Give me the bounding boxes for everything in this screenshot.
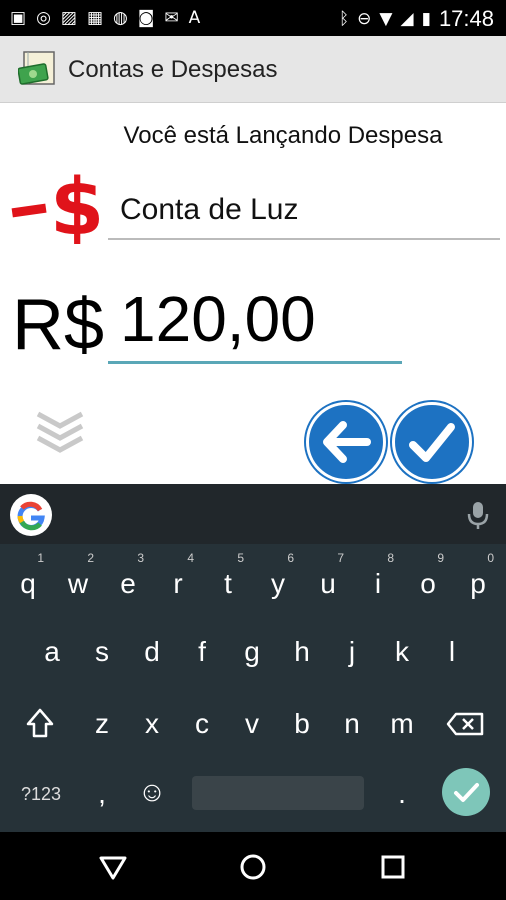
mail-icon: ✉ bbox=[164, 8, 179, 28]
app-bar: Contas e Despesas bbox=[0, 36, 506, 103]
key-p[interactable]: p0 bbox=[454, 552, 502, 610]
key-hint: 2 bbox=[87, 551, 94, 565]
status-right-icons: ᛒ ⊖ ▼ ◢ ▮ 17:48 bbox=[339, 6, 494, 32]
confirm-button[interactable] bbox=[392, 402, 472, 482]
key-d[interactable]: d bbox=[128, 626, 176, 678]
key-h[interactable]: h bbox=[278, 626, 326, 678]
period-key[interactable]: . bbox=[378, 768, 426, 820]
key-w[interactable]: w2 bbox=[54, 552, 102, 610]
arrow-left-icon bbox=[323, 421, 371, 463]
image-icon: ▨ bbox=[60, 8, 77, 28]
key-x[interactable]: x bbox=[128, 698, 176, 750]
key-o[interactable]: o9 bbox=[404, 552, 452, 610]
key-hint: 3 bbox=[137, 551, 144, 565]
currency-label: R$ bbox=[12, 285, 105, 365]
space-key[interactable] bbox=[192, 776, 364, 810]
checkmark-icon bbox=[409, 423, 455, 462]
status-bar: ▣ ◎ ▨ ▦ ◍ ◙ ✉ A ᛒ ⊖ ▼ ◢ ▮ 17:48 bbox=[0, 0, 506, 36]
key-z[interactable]: z bbox=[78, 698, 126, 750]
wifi-icon: ▼ bbox=[379, 9, 393, 29]
comma-key[interactable]: , bbox=[78, 768, 126, 820]
key-l[interactable]: l bbox=[428, 626, 476, 678]
bluetooth-icon: ᛒ bbox=[338, 9, 350, 29]
google-search-button[interactable] bbox=[10, 494, 52, 536]
key-m[interactable]: m bbox=[378, 698, 426, 750]
amount-input[interactable]: 120,00 bbox=[108, 282, 402, 364]
emoji-key[interactable]: ☺ bbox=[128, 766, 176, 818]
key-f[interactable]: f bbox=[178, 626, 226, 678]
key-hint: 7 bbox=[337, 551, 344, 565]
svg-text:$: $ bbox=[50, 163, 102, 244]
key-u[interactable]: u7 bbox=[304, 552, 352, 610]
status-left-icons: ▣ ◎ ▨ ▦ ◍ ◙ ✉ A bbox=[10, 8, 200, 28]
minus-dollar-icon: $ bbox=[11, 163, 102, 244]
signal-icon: ◢ bbox=[400, 9, 414, 29]
whatsapp-icon: ◎ bbox=[36, 8, 51, 28]
key-r[interactable]: r4 bbox=[154, 552, 202, 610]
qr-icon: ▦ bbox=[86, 8, 104, 28]
check-icon bbox=[454, 783, 479, 802]
key-e[interactable]: e3 bbox=[104, 552, 152, 610]
key-n[interactable]: n bbox=[328, 698, 376, 750]
instagram-icon: ◙ bbox=[137, 8, 155, 28]
status-time: 17:48 bbox=[438, 6, 494, 31]
key-s[interactable]: s bbox=[78, 626, 126, 678]
key-q[interactable]: q1 bbox=[4, 552, 52, 610]
recents-square-icon[interactable] bbox=[376, 850, 410, 884]
key-v[interactable]: v bbox=[228, 698, 276, 750]
home-circle-icon[interactable] bbox=[236, 850, 270, 884]
key-k[interactable]: k bbox=[378, 626, 426, 678]
navigation-bar bbox=[0, 832, 506, 900]
battery-icon: ▮ bbox=[421, 9, 431, 29]
app-title: Contas e Despesas bbox=[68, 56, 278, 83]
back-button[interactable] bbox=[306, 402, 386, 482]
collapse-chevrons-icon[interactable] bbox=[34, 404, 86, 454]
font-icon: A bbox=[188, 8, 201, 28]
microphone-icon[interactable] bbox=[464, 500, 492, 530]
key-hint: 4 bbox=[187, 551, 194, 565]
key-c[interactable]: c bbox=[178, 698, 226, 750]
key-i[interactable]: i8 bbox=[354, 552, 402, 610]
key-hint: 6 bbox=[287, 551, 294, 565]
google-icon bbox=[17, 501, 45, 531]
shift-key[interactable] bbox=[16, 698, 64, 750]
backspace-key[interactable] bbox=[442, 698, 490, 750]
message-icon: ▣ bbox=[10, 8, 27, 28]
key-a[interactable]: a bbox=[28, 626, 76, 678]
key-y[interactable]: y6 bbox=[254, 552, 302, 610]
key-b[interactable]: b bbox=[278, 698, 326, 750]
money-notebook-icon bbox=[18, 51, 55, 85]
key-hint: 8 bbox=[387, 551, 394, 565]
form-subtitle: Você está Lançando Despesa bbox=[123, 122, 443, 149]
keyboard-toolbar bbox=[0, 484, 506, 544]
shield-icon: ◍ bbox=[113, 8, 128, 28]
key-j[interactable]: j bbox=[328, 626, 376, 678]
soft-keyboard: q1w2e3r4t5y6u7i8o9p0 asdfghjkl zxcvbnm ?… bbox=[0, 484, 506, 832]
key-t[interactable]: t5 bbox=[204, 552, 252, 610]
back-triangle-icon[interactable] bbox=[96, 850, 130, 884]
symbols-key[interactable]: ?123 bbox=[14, 768, 68, 820]
key-hint: 9 bbox=[437, 551, 444, 565]
description-input[interactable]: Conta de Luz bbox=[108, 186, 500, 240]
key-g[interactable]: g bbox=[228, 626, 276, 678]
key-hint: 1 bbox=[37, 551, 44, 565]
dnd-icon: ⊖ bbox=[357, 9, 372, 29]
key-hint: 5 bbox=[237, 551, 244, 565]
key-hint: 0 bbox=[487, 551, 494, 565]
enter-key[interactable] bbox=[442, 768, 490, 816]
